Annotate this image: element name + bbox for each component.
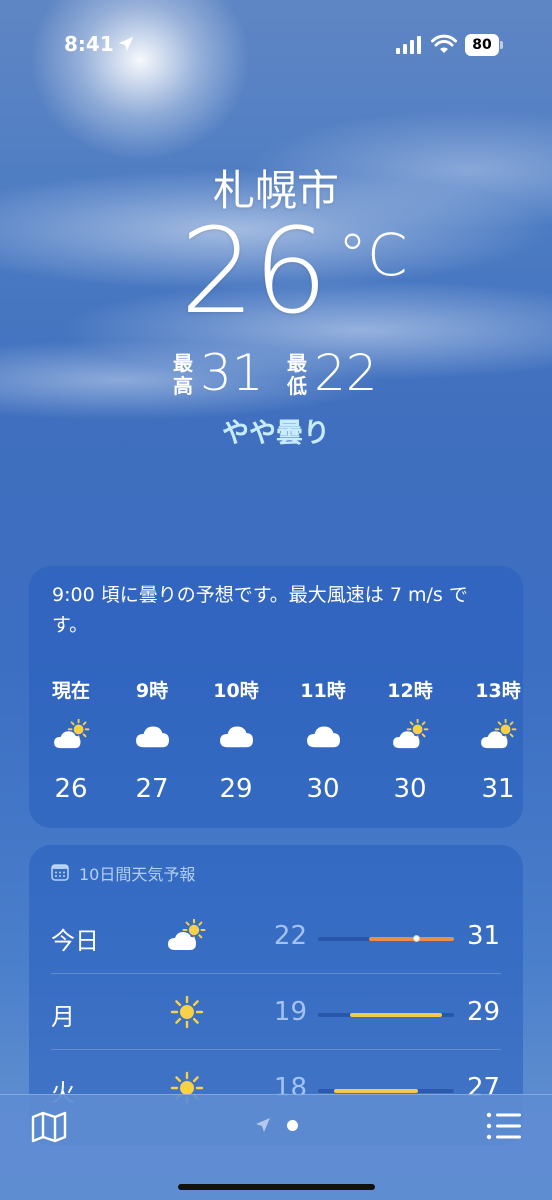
hour-label: 現在 xyxy=(51,680,90,702)
high-low-temperatures: 最高 31 最低 22 xyxy=(172,348,402,406)
day-low: 19 xyxy=(273,997,307,1027)
hourly-summary: 9:00 頃に曇りの予想です。最大風速は 7 m/s です。 xyxy=(52,584,468,636)
day-label: 月 xyxy=(51,1003,75,1031)
partly-cloudy-icon xyxy=(481,719,517,749)
hourly-forecast-card[interactable]: 9:00 頃に曇りの予想です。最大風速は 7 m/s です。 現在 26 9時 27 1… xyxy=(29,566,523,828)
sun-icon xyxy=(170,995,204,1029)
temperature-range-bar xyxy=(318,1089,454,1093)
cloud-icon xyxy=(307,726,340,748)
hour-label: 9時 xyxy=(135,680,169,702)
row-divider xyxy=(51,973,501,974)
daily-row[interactable]: 今日 22 31 xyxy=(29,897,523,973)
location-arrow-icon xyxy=(118,36,134,52)
temperature-range-bar xyxy=(318,935,454,942)
battery-tip xyxy=(500,41,503,49)
current-temperature: 26 xyxy=(180,202,328,340)
hour-temperature: 31 xyxy=(481,774,515,804)
wifi-icon xyxy=(431,34,457,53)
current-location-page-icon[interactable] xyxy=(255,1117,271,1133)
high-temperature: 31 xyxy=(200,344,264,402)
partly-cloudy-icon xyxy=(54,719,90,749)
day-high: 31 xyxy=(467,921,501,951)
weather-condition: やや曇り xyxy=(222,418,330,449)
hour-label: 11時 xyxy=(300,680,346,702)
battery-level: 80 xyxy=(465,34,499,56)
calendar-icon xyxy=(51,864,69,881)
daily-row[interactable]: 月 19 29 xyxy=(29,973,523,1049)
cloud-icon xyxy=(136,726,169,748)
low-label: 最低 xyxy=(287,351,307,398)
day-label: 今日 xyxy=(51,927,99,955)
hour-temperature: 29 xyxy=(219,774,253,804)
ten-day-title: 10日間天気予報 xyxy=(79,865,196,884)
day-high: 29 xyxy=(467,997,501,1027)
temperature-range-fill xyxy=(369,937,454,941)
bottom-toolbar xyxy=(0,1094,552,1200)
map-icon[interactable] xyxy=(31,1111,67,1143)
hour-temperature: 26 xyxy=(54,774,88,804)
page-indicator-dot[interactable] xyxy=(287,1120,298,1131)
list-icon[interactable] xyxy=(486,1111,522,1141)
low-temperature: 22 xyxy=(314,344,378,402)
day-low: 22 xyxy=(273,921,307,951)
row-divider xyxy=(51,1049,501,1050)
hour-label: 10時 xyxy=(213,680,259,702)
temperature-range-fill xyxy=(334,1089,418,1093)
battery-indicator: 80 xyxy=(465,34,503,56)
hour-label: 13時 xyxy=(475,680,521,702)
cellular-signal-icon xyxy=(396,36,421,54)
hour-temperature: 30 xyxy=(306,774,340,804)
status-bar: 8:41 80 xyxy=(0,0,552,90)
current-temp-marker xyxy=(413,935,420,942)
temperature-range-bar xyxy=(318,1013,454,1017)
partly-cloudy-icon xyxy=(393,719,429,749)
hour-temperature: 30 xyxy=(393,774,427,804)
cloud-icon xyxy=(220,726,253,748)
status-time: 8:41 xyxy=(64,32,114,56)
hour-temperature: 27 xyxy=(135,774,169,804)
home-indicator[interactable] xyxy=(178,1184,375,1190)
partly-cloudy-icon xyxy=(168,919,206,950)
hour-label: 12時 xyxy=(387,680,433,702)
high-label: 最高 xyxy=(173,351,193,398)
temperature-unit: °C xyxy=(338,221,408,289)
temperature-range-fill xyxy=(350,1013,442,1017)
